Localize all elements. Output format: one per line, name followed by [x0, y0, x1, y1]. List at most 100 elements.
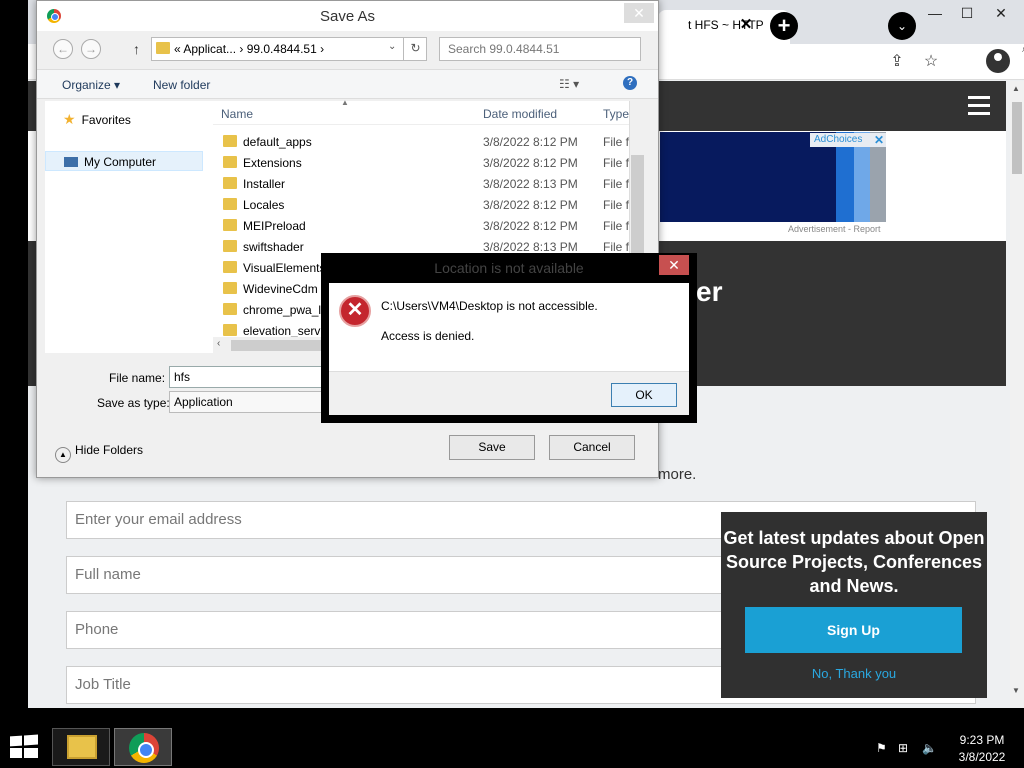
- bookmark-star-icon[interactable]: ☆: [918, 50, 944, 74]
- scrollbar-thumb[interactable]: [1012, 102, 1022, 174]
- file-name: VisualElements: [243, 261, 326, 275]
- file-date: 3/8/2022 8:13 PM: [483, 240, 578, 254]
- up-arrow-icon[interactable]: ↑: [133, 41, 140, 57]
- vscroll-thumb[interactable]: [631, 155, 644, 263]
- command-bar: Organize ▾ New folder ☷ ▾ ?: [37, 69, 658, 99]
- page-scrollbar[interactable]: [1010, 81, 1024, 708]
- cancel-button[interactable]: Cancel: [549, 435, 635, 460]
- savetype-label: Save as type:: [97, 396, 170, 410]
- file-row[interactable]: Locales 3/8/2022 8:12 PM File fol: [213, 194, 638, 215]
- folder-icon: [223, 261, 237, 273]
- view-options-icon[interactable]: ☷ ▾: [559, 77, 579, 91]
- folder-icon: [223, 198, 237, 210]
- ad-close-icon[interactable]: ✕: [874, 133, 886, 147]
- tab-close-icon[interactable]: ✕: [736, 15, 756, 35]
- subscribe-description: more.: [658, 466, 697, 483]
- action-center-flag-icon[interactable]: ⚑: [876, 741, 887, 755]
- file-name: WidevineCdm: [243, 282, 318, 296]
- back-arrow-icon[interactable]: ←: [53, 39, 73, 59]
- folder-icon: [223, 156, 237, 168]
- clock-time[interactable]: 9:23 PM: [954, 733, 1010, 747]
- hero-heading: er: [696, 276, 723, 307]
- folder-icon: [223, 135, 237, 147]
- folder-icon: [223, 324, 237, 336]
- hamburger-menu-icon[interactable]: [968, 96, 990, 115]
- error-icon: ✕: [339, 295, 371, 327]
- filename-label: File name:: [109, 371, 166, 385]
- network-icon[interactable]: ⊞: [898, 741, 908, 755]
- scroll-up-arrow-icon[interactable]: ▲: [1012, 84, 1020, 93]
- file-date: 3/8/2022 8:12 PM: [483, 198, 578, 212]
- error-dialog-body: ✕ C:\Users\VM4\Desktop is not accessible…: [329, 283, 689, 415]
- taskbar-chrome[interactable]: [114, 728, 172, 766]
- chevron-up-icon: ▲: [55, 447, 71, 463]
- error-dialog-title: Location is not available: [434, 260, 584, 276]
- address-dropdown-icon[interactable]: ⌄: [388, 41, 396, 52]
- taskbar: ⚑ ⊞ 🔈 9:23 PM 3/8/2022: [0, 724, 1024, 768]
- file-name: Installer: [243, 177, 286, 191]
- maximize-button[interactable]: ☐: [952, 2, 982, 24]
- file-explorer-icon: [67, 735, 97, 759]
- error-detail: Access is denied.: [381, 329, 475, 343]
- column-type[interactable]: Type: [603, 107, 629, 121]
- hide-folders-button[interactable]: ▲ Hide Folders: [55, 443, 143, 463]
- file-row[interactable]: Installer 3/8/2022 8:13 PM File fol: [213, 173, 638, 194]
- file-date: 3/8/2022 8:13 PM: [483, 177, 578, 191]
- save-button[interactable]: Save: [449, 435, 535, 460]
- address-path: « Applicat... › 99.0.4844.51 ›: [174, 42, 325, 56]
- address-bar[interactable]: « Applicat... › 99.0.4844.51 › ⌄: [151, 37, 427, 61]
- nav-item-favorites[interactable]: ★ Favorites: [63, 111, 131, 128]
- sort-arrow-icon: ▲: [341, 98, 349, 107]
- star-icon: ★: [63, 111, 76, 127]
- file-name: elevation_servic: [243, 324, 330, 338]
- nav-item-my-computer[interactable]: My Computer: [45, 151, 203, 171]
- newsletter-popup: Get latest updates about Open Source Pro…: [721, 512, 987, 698]
- column-date[interactable]: Date modified: [483, 107, 557, 121]
- file-name: MEIPreload: [243, 219, 306, 233]
- folder-icon: [223, 219, 237, 231]
- dialog-titlebar[interactable]: Save As ✕: [37, 1, 658, 31]
- refresh-icon[interactable]: ↻: [403, 37, 427, 61]
- help-icon[interactable]: ?: [623, 76, 637, 90]
- tab-search-button[interactable]: ⌄: [888, 12, 916, 40]
- file-name: Extensions: [243, 156, 302, 170]
- dialog-close-button[interactable]: ✕: [624, 3, 654, 23]
- folder-icon: [223, 282, 237, 294]
- no-thanks-link[interactable]: No, Thank you: [721, 666, 987, 681]
- taskbar-file-explorer[interactable]: [52, 728, 110, 766]
- signup-button[interactable]: Sign Up: [745, 607, 962, 653]
- organize-button[interactable]: Organize ▾: [62, 78, 120, 92]
- computer-icon: [64, 157, 78, 167]
- forward-arrow-icon[interactable]: →: [81, 39, 101, 59]
- scroll-down-arrow-icon[interactable]: ▼: [1012, 686, 1020, 695]
- volume-muted-icon[interactable]: 🔈: [922, 741, 937, 755]
- share-icon[interactable]: ⇪: [884, 50, 910, 74]
- column-name[interactable]: Name: [221, 107, 253, 121]
- folder-icon: [223, 177, 237, 189]
- ok-button[interactable]: OK: [611, 383, 677, 407]
- new-folder-button[interactable]: New folder: [153, 78, 210, 92]
- error-dialog: Location is not available ✕ ✕ C:\Users\V…: [321, 253, 697, 423]
- windows-start-icon[interactable]: [10, 734, 38, 760]
- new-tab-button[interactable]: +: [770, 12, 798, 40]
- search-input[interactable]: Search 99.0.4844.51 ⌕: [439, 37, 1024, 61]
- clock-date[interactable]: 3/8/2022: [954, 750, 1010, 764]
- minimize-button[interactable]: —: [920, 2, 950, 24]
- file-name: swiftshader: [243, 240, 304, 254]
- menu-icon[interactable]: ⋮: [990, 50, 1016, 74]
- popup-title: Get latest updates about Open Source Pro…: [723, 528, 985, 596]
- file-row[interactable]: default_apps 3/8/2022 8:12 PM File fol: [213, 131, 638, 152]
- file-row[interactable]: Extensions 3/8/2022 8:12 PM File fol: [213, 152, 638, 173]
- advertisement-label[interactable]: Advertisement - Report: [788, 224, 881, 234]
- chrome-icon: [129, 733, 159, 763]
- column-headers: Name ▲ Date modified Type: [213, 98, 629, 125]
- navigation-pane: ★ Favorites My Computer: [45, 101, 213, 353]
- close-window-button[interactable]: ✕: [986, 2, 1016, 24]
- error-message: C:\Users\VM4\Desktop is not accessible.: [381, 299, 598, 313]
- error-close-button[interactable]: ✕: [659, 255, 689, 275]
- folder-icon: [223, 240, 237, 252]
- file-row[interactable]: MEIPreload 3/8/2022 8:12 PM File fol: [213, 215, 638, 236]
- folder-icon: [223, 303, 237, 315]
- dialog-title: Save As: [319, 8, 376, 25]
- file-date: 3/8/2022 8:12 PM: [483, 156, 578, 170]
